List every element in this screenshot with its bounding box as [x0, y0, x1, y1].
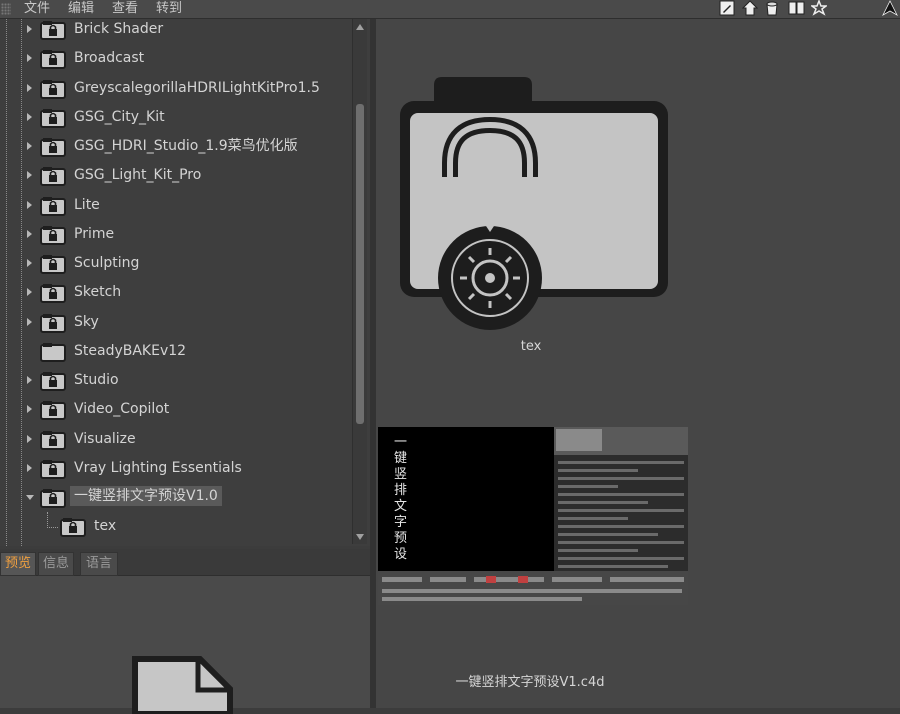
arrow-up-icon[interactable]: [882, 0, 898, 16]
expand-arrow-icon[interactable]: [27, 83, 32, 92]
tree-item[interactable]: tex: [0, 512, 350, 540]
expand-arrow-icon[interactable]: [27, 259, 32, 267]
bottom-tabs: 预览 信息 语言: [0, 549, 370, 576]
tree-item-label: GreyscalegorillaHDRILightKitPro1.5: [74, 79, 320, 96]
expand-arrow-icon[interactable]: [27, 317, 32, 326]
tab-preview[interactable]: 预览: [0, 552, 36, 576]
locked-folder-icon: [40, 49, 66, 70]
tree-item[interactable]: 一键竖排文字预设V1.0: [0, 483, 350, 511]
expand-arrow-icon[interactable]: [27, 288, 32, 297]
file-icon: [132, 656, 233, 714]
tree-item-label: Lite: [74, 196, 100, 213]
expand-open-arrow-icon[interactable]: [26, 495, 34, 500]
tree-item-label: Video_Copilot: [74, 401, 170, 418]
locked-folder-icon: [60, 517, 86, 538]
locked-folder-icon: [40, 137, 66, 157]
tree-item[interactable]: Studio: [0, 366, 350, 394]
tree-item-label: Sketch: [74, 284, 122, 301]
tree-scrollbar[interactable]: [352, 19, 367, 544]
star-icon[interactable]: [811, 0, 827, 16]
tree-item[interactable]: Vray Lighting Essentials: [0, 454, 350, 482]
folder-icon: [40, 342, 66, 362]
locked-folder-icon: [40, 313, 66, 333]
locked-folder-icon: [40, 225, 66, 245]
locked-folder-icon: [40, 488, 66, 508]
book-icon[interactable]: [788, 0, 805, 16]
locked-folder-icon: [40, 166, 66, 187]
tree-item[interactable]: Video_Copilot: [0, 395, 350, 423]
tree-item-label: Visualize: [74, 430, 136, 447]
expand-arrow-icon[interactable]: [27, 463, 32, 472]
home-icon[interactable]: [742, 0, 758, 16]
locked-folder-icon: [40, 400, 66, 421]
tree-item[interactable]: GSG_City_Kit: [0, 103, 350, 131]
tree-item-label: Studio: [74, 372, 119, 388]
locked-folder-icon: [40, 371, 66, 391]
expand-arrow-icon[interactable]: [27, 434, 32, 443]
grip-handle[interactable]: [1, 3, 11, 15]
preview-panel: [0, 576, 370, 714]
tree-item[interactable]: Sketch: [0, 278, 350, 306]
tree-item[interactable]: GSG_Light_Kit_Pro: [0, 161, 350, 189]
tree-item-label: Prime: [74, 225, 115, 242]
tree-item-label: GSG_HDRI_Studio_1.9菜鸟优化版: [74, 138, 298, 154]
locked-folder-icon: [40, 79, 66, 99]
folder-tree-panel: Brick Shader Broadcast GreyscalegorillaHDR…: [0, 19, 370, 546]
scroll-down-arrow-icon[interactable]: [356, 534, 364, 540]
preview-vertical-text: 一键竖排文字预设: [394, 435, 408, 562]
expand-arrow-icon[interactable]: [27, 142, 32, 150]
scroll-thumb[interactable]: [356, 104, 364, 424]
locked-folder-icon: [40, 20, 66, 40]
tab-info[interactable]: 信息: [38, 552, 74, 576]
expand-arrow-icon[interactable]: [27, 229, 32, 238]
expand-arrow-icon[interactable]: [27, 25, 32, 33]
tab-language[interactable]: 语言: [80, 552, 118, 576]
locked-folder-icon[interactable]: [394, 73, 676, 331]
c4d-file-thumbnail[interactable]: 一键竖排文字预设: [378, 427, 688, 605]
locked-folder-icon: [40, 196, 66, 216]
expand-arrow-icon[interactable]: [27, 200, 32, 209]
tree-item[interactable]: Sky: [0, 308, 350, 336]
file-caption[interactable]: 一键竖排文字预设V1.c4d: [412, 671, 648, 690]
expand-arrow-icon[interactable]: [27, 376, 32, 384]
tree-item[interactable]: GreyscalegorillaHDRILightKitPro1.5: [0, 74, 350, 102]
tree-item[interactable]: Sculpting: [0, 249, 350, 277]
locked-folder-icon: [40, 430, 66, 450]
tree-item-label: Sculpting: [74, 255, 140, 271]
expand-arrow-icon[interactable]: [27, 112, 32, 121]
tree-item-label: GSG_Light_Kit_Pro: [74, 167, 202, 184]
tree-item-label: Vray Lighting Essentials: [74, 459, 242, 476]
expand-arrow-icon[interactable]: [27, 54, 32, 63]
scroll-up-arrow-icon[interactable]: [356, 24, 364, 30]
thumbnail-image: [378, 427, 688, 605]
locked-folder-icon: [40, 459, 66, 479]
expand-arrow-icon[interactable]: [27, 405, 32, 414]
tree-item-label: GSG_City_Kit: [74, 108, 165, 125]
locked-folder-icon: [40, 108, 66, 128]
folder-caption[interactable]: tex: [494, 339, 568, 354]
tree-item-label: tex: [94, 518, 117, 535]
tree-connector: [47, 512, 58, 529]
tree-item[interactable]: GSG_HDRI_Studio_1.9菜鸟优化版: [0, 132, 350, 160]
locked-folder-icon: [40, 283, 66, 304]
tree-item[interactable]: Brick Shader: [0, 15, 350, 43]
locked-folder-icon: [40, 254, 66, 274]
tree-item[interactable]: Lite: [0, 191, 350, 219]
tree-item-label: Sky: [74, 313, 99, 330]
tree-item[interactable]: Visualize: [0, 425, 350, 453]
tree-item[interactable]: Broadcast: [0, 44, 350, 72]
tree-item-label: 一键竖排文字预设V1.0: [70, 486, 222, 506]
bucket-icon[interactable]: [764, 0, 780, 16]
pencil-icon[interactable]: [719, 0, 735, 16]
tree-item-label: Brick Shader: [74, 21, 164, 37]
tree-item-label: Broadcast: [74, 50, 145, 67]
tree-item[interactable]: SteadyBAKEv12: [0, 337, 350, 365]
tree-item-label: SteadyBAKEv12: [74, 342, 187, 359]
tree-item[interactable]: Prime: [0, 220, 350, 248]
expand-arrow-icon[interactable]: [27, 171, 32, 180]
